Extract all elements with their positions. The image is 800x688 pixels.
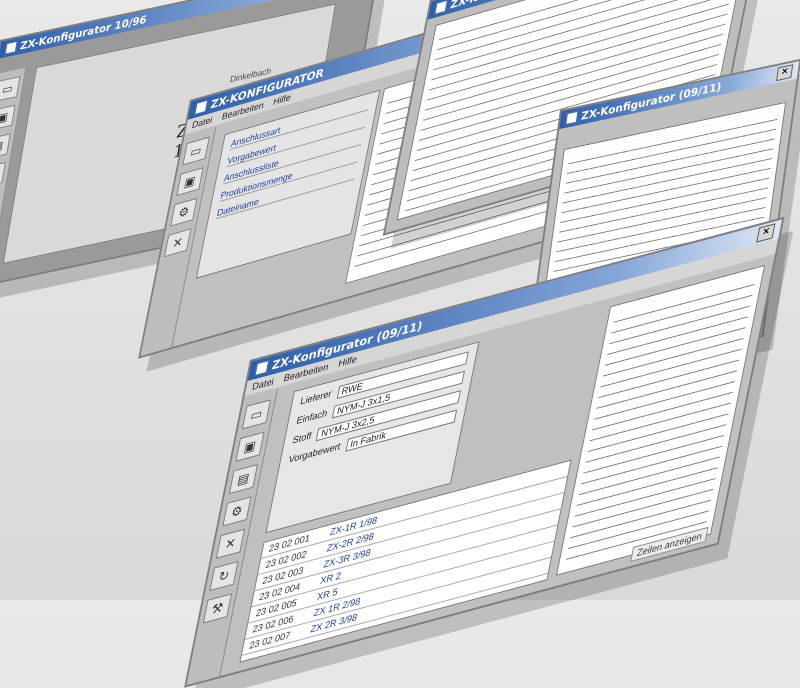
app-icon [434,0,448,15]
save-icon[interactable]: ▤ [228,463,259,495]
folder-icon[interactable]: ▣ [176,167,204,197]
field-label: Lieferer [299,387,333,407]
screenshot-stage: ZX-Konfigurator 10/96 × ▭ ▣ ▤ ⚙ Dinkelba… [0,0,800,688]
save-icon[interactable]: ▤ [0,133,11,160]
tools-icon[interactable]: ⚙ [0,162,6,188]
close-icon[interactable]: ✕ [215,528,246,559]
app-icon [4,40,18,55]
document-icon[interactable]: ▭ [0,76,21,102]
document-icon[interactable]: ▭ [241,399,272,430]
document-icon[interactable]: ▭ [182,136,210,166]
app-icon [254,359,270,377]
window-title: ZX-Konfigurator 10/96 [19,12,148,53]
field-label: Stoff [291,429,313,446]
field-label: Einfach [295,407,329,427]
settings-icon[interactable]: ⚙ [222,496,252,527]
close-button[interactable]: × [776,64,794,82]
app-icon [194,99,209,116]
tools-icon[interactable]: ⚒ [202,593,233,624]
app-icon [565,110,579,126]
folder-icon[interactable]: ▣ [235,431,265,462]
menu-help[interactable]: Hilfe [272,92,291,107]
menu-help[interactable]: Hilfe [337,353,358,369]
close-icon[interactable]: ✕ [163,228,192,258]
settings-icon[interactable]: ⚙ [170,197,198,227]
folder-icon[interactable]: ▣ [0,104,16,131]
arrow-icon[interactable]: ↻ [209,560,239,592]
detail-list [555,264,766,576]
detail-lines [564,274,757,567]
